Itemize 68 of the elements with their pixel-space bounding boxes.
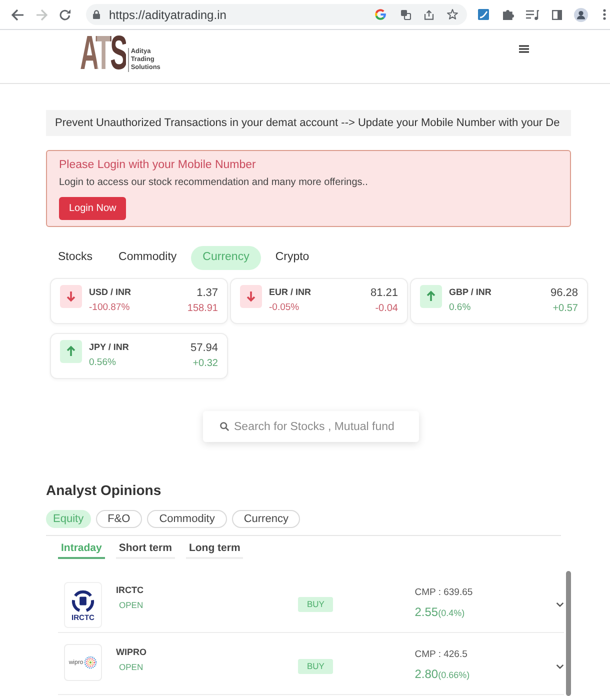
market-tab[interactable]: Commodity xyxy=(106,246,189,270)
quote-price: 96.28 xyxy=(550,286,578,301)
percent-change: (0.4%) xyxy=(438,607,465,620)
search-field[interactable]: Search for Stocks , Mutual fund xyxy=(203,411,419,442)
cmp-price: CMP : 426.5 xyxy=(414,648,468,662)
notice-banner: Prevent Unauthorized Transactions in your demat account --> Update your Mobile Number with your De xyxy=(46,110,571,136)
share-icon[interactable] xyxy=(424,10,434,20)
quote-price: 81.21 xyxy=(370,286,398,301)
price-change: -0.04 xyxy=(375,302,398,316)
address-bar[interactable]: https://adityatrading.in xyxy=(86,4,467,25)
order-status: OPEN xyxy=(119,599,144,612)
star-icon[interactable] xyxy=(447,9,458,20)
horizon-tab[interactable]: Long term xyxy=(186,541,244,559)
quote-card[interactable]: USD / INR 1.37 -100.87% 158.91 xyxy=(50,278,228,324)
more-icon[interactable] xyxy=(603,9,606,20)
section-title: Analyst Opinions xyxy=(46,481,162,500)
currency-pair: USD / INR xyxy=(89,286,132,300)
horizon-tab[interactable]: Short term xyxy=(116,541,175,559)
search-icon xyxy=(220,422,229,431)
cmp-price: CMP : 639.65 xyxy=(414,586,473,600)
signal-badge: BUY xyxy=(298,659,334,674)
side-panel-icon[interactable] xyxy=(552,10,562,20)
back-icon[interactable] xyxy=(11,8,24,20)
percent-change: 0.6% xyxy=(449,300,471,315)
category-pill[interactable]: F&O xyxy=(96,510,142,528)
login-button[interactable]: Login Now xyxy=(59,197,126,220)
currency-pair: JPY / INR xyxy=(89,341,129,354)
url-text[interactable]: https://adityatrading.in xyxy=(109,6,226,24)
chevron-down-icon[interactable] xyxy=(556,664,564,669)
playlist-icon[interactable] xyxy=(526,10,539,20)
price-change: 2.55 xyxy=(414,604,438,620)
price-change: +0.57 xyxy=(552,302,578,316)
percent-change: -100.87% xyxy=(89,300,130,315)
price-change: 2.80 xyxy=(414,666,438,682)
lock-icon[interactable] xyxy=(93,10,100,19)
currency-pair: GBP / INR xyxy=(449,286,492,300)
quote-card[interactable]: GBP / INR 96.28 0.6% +0.57 xyxy=(410,278,588,324)
swoosh-tile-icon[interactable] xyxy=(478,9,489,20)
translate-icon[interactable] xyxy=(401,10,411,20)
company-name: WIPRO xyxy=(116,646,146,659)
dotted-rings-icon xyxy=(84,656,98,669)
emblem-icon xyxy=(70,588,96,612)
percent-change: 0.56% xyxy=(89,356,116,370)
avatar-icon[interactable] xyxy=(574,8,588,22)
price-change: +0.32 xyxy=(192,356,218,370)
scrollbar-thumb[interactable] xyxy=(566,571,571,696)
menu-icon[interactable] xyxy=(519,45,529,53)
quote-price: 57.94 xyxy=(190,340,218,356)
currency-pair: EUR / INR xyxy=(269,286,312,300)
company-name: IRCTC xyxy=(116,584,144,597)
puzzle-icon[interactable] xyxy=(503,10,514,20)
alert-title: Please Login with your Mobile Number xyxy=(59,158,257,173)
category-pill[interactable]: Currency xyxy=(232,510,300,528)
percent-change: -0.05% xyxy=(269,300,300,315)
quote-card[interactable]: EUR / INR 81.21 -0.05% -0.04 xyxy=(230,278,408,324)
letter-g-icon[interactable] xyxy=(375,9,386,20)
price-change: 158.91 xyxy=(187,302,218,316)
percent-change: (0.66%) xyxy=(438,669,470,682)
chevron-down-icon[interactable] xyxy=(556,602,564,607)
signal-badge: BUY xyxy=(298,597,334,612)
market-tab[interactable]: Crypto xyxy=(263,246,322,270)
alert-message: Login to access our stock recommendation and many more offerings.. xyxy=(59,176,369,190)
order-status: OPEN xyxy=(119,661,144,674)
market-tab[interactable]: Stocks xyxy=(46,246,105,270)
quote-price: 1.37 xyxy=(196,286,218,301)
reload-icon[interactable] xyxy=(59,8,71,20)
category-pill[interactable]: Commodity xyxy=(147,510,227,528)
quote-card[interactable]: JPY / INR 57.94 0.56% +0.32 xyxy=(50,333,228,379)
